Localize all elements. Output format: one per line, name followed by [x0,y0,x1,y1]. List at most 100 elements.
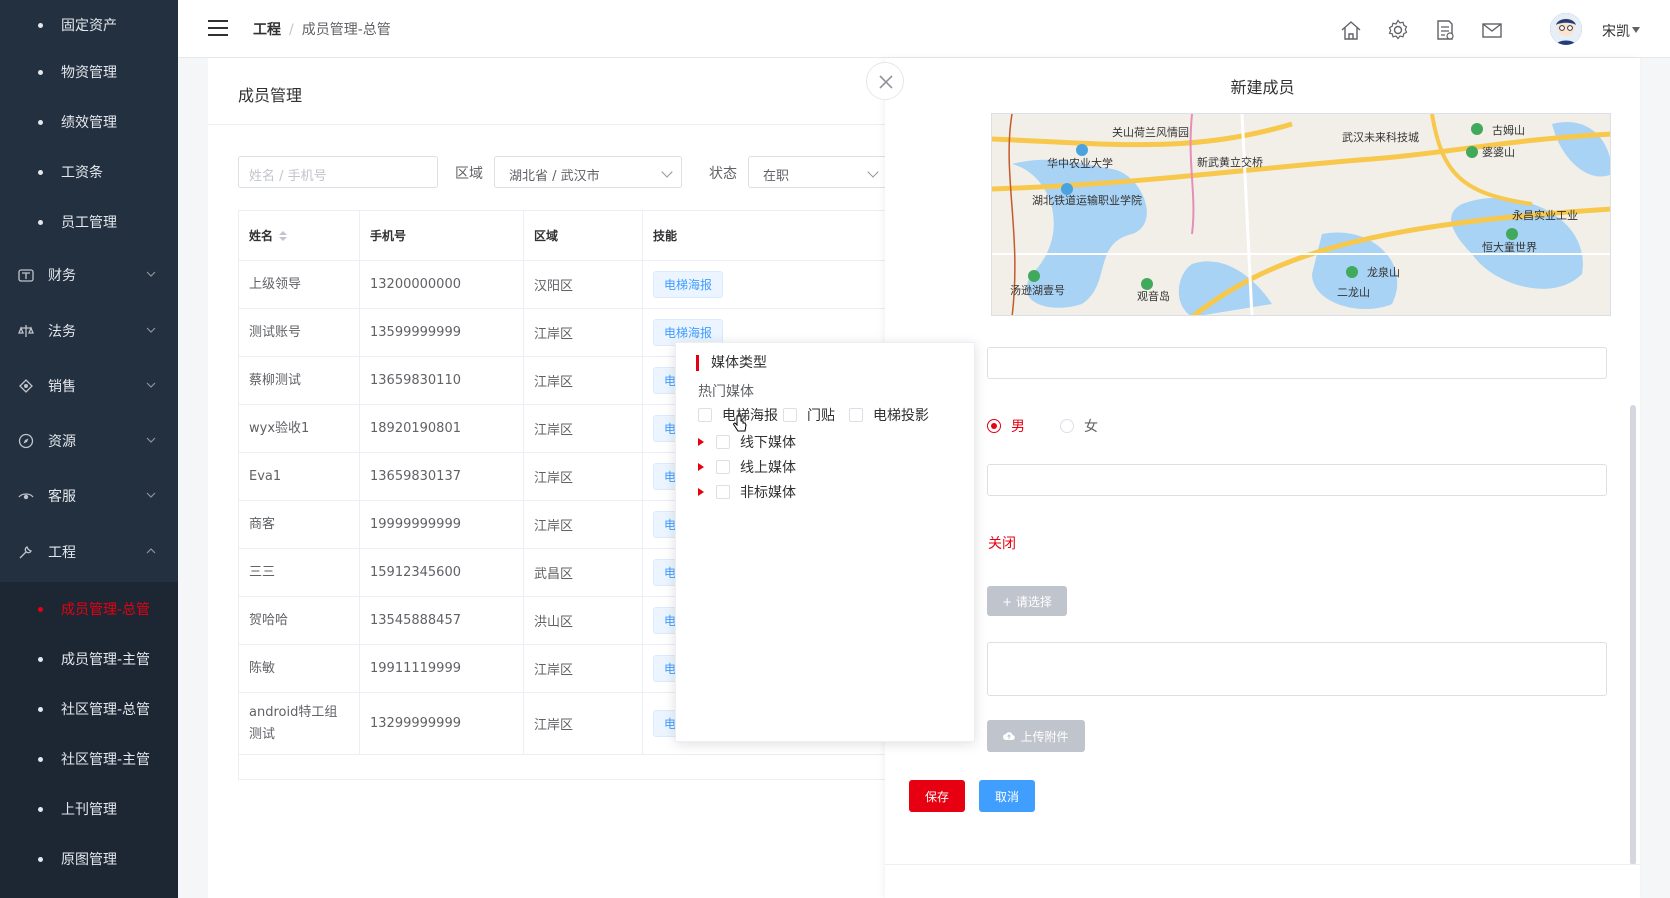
sidebar-item-materials[interactable]: 物资管理 [0,47,178,97]
sidebar-group-sales[interactable]: 销售 [0,358,178,414]
sidebar-item-community-supervisor[interactable]: 社区管理-主管 [0,734,178,784]
document-icon[interactable] [1434,19,1456,41]
cell-area: 汉阳区 [524,261,643,308]
checkbox-elevator-projection[interactable]: 电梯投影 [849,405,929,425]
media-type-popover: 媒体类型 热门媒体 电梯海报 门贴 电梯投影 线下媒体 线上媒体 非标媒体 [675,342,975,742]
sidebar-group-engineering[interactable]: 工程 [0,524,178,580]
sidebar-item-label: 员工管理 [61,215,117,231]
avatar[interactable] [1550,13,1582,45]
map[interactable]: 关山荷兰风情园 武汉未来科技城 古姆山 华中农业大学 新武黄立交桥 婆婆山 湖北… [991,113,1611,316]
sidebar-item-label: 固定资产 [61,18,117,34]
gear-icon[interactable] [1387,19,1409,41]
cell-phone: 18920190801 [360,405,524,452]
tree-item-online[interactable]: 线上媒体 [698,457,796,477]
scrollbar[interactable] [1630,405,1636,865]
cell-text: 蔡柳测试 [249,372,302,388]
gender-female-radio[interactable]: 女 [1060,416,1098,436]
chevron-down-icon [661,166,673,178]
gender-male-radio[interactable]: 男 [987,416,1025,436]
table-row[interactable]: 上级领导 13200000000 汉阳区 电梯海报 [239,261,889,309]
svg-text:观音岛: 观音岛 [1137,289,1170,303]
hot-media-label: 热门媒体 [698,384,754,400]
search-input[interactable]: 姓名 / 手机号 [238,156,438,188]
compass-icon [18,433,34,449]
checkbox-icon[interactable] [716,485,730,499]
column-label: 区域 [534,229,559,243]
cell-area: 江岸区 [524,693,643,754]
radio-unchecked-icon [1060,419,1074,433]
sidebar-group-label: 工程 [48,545,76,561]
sidebar-item-payslip[interactable]: 工资条 [0,147,178,197]
breadcrumb-item[interactable]: 工程 [253,22,281,38]
caret-right-icon[interactable] [698,463,704,471]
region-select-value: 湖北省 / 武汉市 [509,169,600,184]
sidebar-item-member-supervisor[interactable]: 成员管理-主管 [0,634,178,684]
cell-phone: 13299999999 [360,693,524,754]
name-input[interactable] [987,347,1607,379]
breadcrumb: 工程 / 成员管理-总管 [253,22,391,38]
sidebar-item-original-images[interactable]: 原图管理 [0,834,178,884]
sidebar-item-member-admin[interactable]: 成员管理-总管 [0,584,178,634]
hamburger-icon[interactable] [208,19,228,37]
sidebar-item-fixed-assets[interactable]: 固定资产 [0,0,178,50]
cell-text: 15912345600 [370,565,461,580]
tree-item-nonstandard[interactable]: 非标媒体 [698,482,796,502]
home-icon[interactable] [1340,19,1362,41]
caret-down-icon[interactable] [1632,27,1640,33]
cell-area: 江岸区 [524,501,643,548]
checkbox-icon[interactable] [716,460,730,474]
bullet-icon [38,22,43,28]
sidebar-item-publishing[interactable]: 上刊管理 [0,784,178,834]
sidebar-group-resources[interactable]: 资源 [0,413,178,469]
sidebar-item-employees[interactable]: 员工管理 [0,197,178,247]
sidebar-group-legal[interactable]: 法务 [0,303,178,359]
mail-icon[interactable] [1481,19,1503,41]
chevron-down-icon [146,271,156,277]
sidebar-group-finance[interactable]: 财务 [0,247,178,303]
top-bar: 工程 / 成员管理-总管 宋凯 [178,0,1670,58]
cell-text: 13545888457 [370,613,461,628]
avatar-image [1550,13,1582,45]
caret-right-icon[interactable] [698,438,704,446]
sidebar-item-label: 原图管理 [61,852,117,868]
checkbox-icon [783,408,797,422]
page-title: 成员管理 [238,86,303,105]
column-label: 手机号 [370,229,407,243]
sidebar-item-community-admin[interactable]: 社区管理-总管 [0,684,178,734]
sidebar-group-service[interactable]: 客服 [0,468,178,524]
checkbox-icon[interactable] [716,435,730,449]
status-select[interactable]: 在职 [748,156,888,188]
cell-area: 江岸区 [524,357,643,404]
remark-textarea[interactable] [987,642,1607,696]
cell-phone: 19999999999 [360,501,524,548]
svg-text:二龙山: 二龙山 [1337,286,1370,299]
radio-label: 男 [1011,419,1025,435]
cell-phone: 19911119999 [360,645,524,692]
cell-name: 陈敏 [239,645,360,692]
sort-icon[interactable] [279,230,288,241]
cell-name: 测试账号 [239,309,360,356]
upload-button[interactable]: 上传附件 [987,720,1085,752]
cell-skills: 电梯海报 [643,261,889,308]
sales-icon [19,379,33,393]
sidebar-group-label: 资源 [48,434,76,450]
sidebar-item-performance[interactable]: 绩效管理 [0,97,178,147]
checkbox-icon [849,408,863,422]
column-header-name[interactable]: 姓名 [239,211,360,260]
caret-right-icon[interactable] [698,488,704,496]
bullet-icon [38,169,43,175]
tree-item-offline[interactable]: 线下媒体 [698,432,796,452]
user-name[interactable]: 宋凯 [1602,21,1630,41]
status-toggle-text[interactable]: 关闭 [988,533,1016,553]
chevron-down-icon [146,437,156,443]
cancel-button[interactable]: 取消 [979,780,1035,812]
close-drawer-button[interactable] [866,62,904,100]
save-button[interactable]: 保存 [909,780,965,812]
cell-area: 洪山区 [524,597,643,644]
phone-input[interactable] [987,464,1607,496]
cell-name: 上级领导 [239,261,360,308]
close-icon [879,75,893,89]
choose-button[interactable]: + 请选择 [987,586,1067,616]
checkbox-door-sticker[interactable]: 门贴 [783,405,835,425]
region-select[interactable]: 湖北省 / 武汉市 [494,156,682,188]
